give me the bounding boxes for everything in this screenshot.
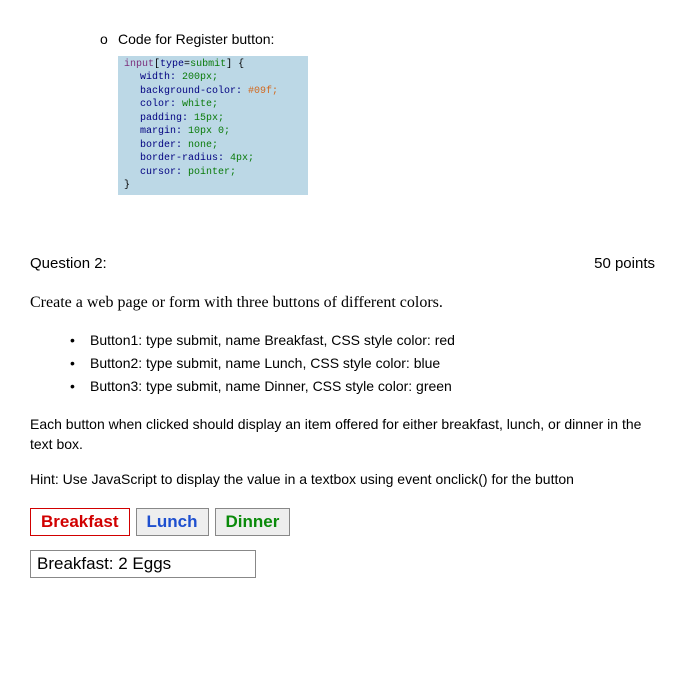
question2-description: Each button when clicked should display … xyxy=(30,415,655,454)
demo-button-row: Breakfast Lunch Dinner xyxy=(30,508,655,536)
question2-intro: Create a web page or form with three but… xyxy=(30,292,655,314)
bullet-text: Button2: type submit, name Lunch, CSS st… xyxy=(90,353,440,374)
question2-label: Question 2: xyxy=(30,255,107,272)
bullet-text: Button3: type submit, name Dinner, CSS s… xyxy=(90,376,452,397)
code-line: input[type=submit] { xyxy=(124,58,302,72)
code-line: color: white; xyxy=(124,98,302,112)
list-marker-circle: o xyxy=(100,30,118,50)
code-block: input[type=submit] {width: 200px;backgro… xyxy=(118,56,308,195)
bullet-dot-icon: • xyxy=(70,353,90,374)
code-line: margin: 10px 0; xyxy=(124,125,302,139)
code-line: border-radius: 4px; xyxy=(124,152,302,166)
bullet-item: •Button3: type submit, name Dinner, CSS … xyxy=(70,376,655,397)
code-line: width: 200px; xyxy=(124,71,302,85)
code-line: border: none; xyxy=(124,139,302,153)
bullet-dot-icon: • xyxy=(70,376,90,397)
bullet-dot-icon: • xyxy=(70,330,90,351)
bullet-item: •Button1: type submit, name Breakfast, C… xyxy=(70,330,655,351)
code-line: padding: 15px; xyxy=(124,112,302,126)
question2-points: 50 points xyxy=(594,255,655,272)
code-line: cursor: pointer; xyxy=(124,166,302,180)
output-textbox[interactable]: Breakfast: 2 Eggs xyxy=(30,550,256,578)
code-heading-item: o Code for Register button: xyxy=(100,30,655,50)
question2-header: Question 2: 50 points xyxy=(30,255,655,272)
lunch-button[interactable]: Lunch xyxy=(136,508,209,536)
bullet-item: •Button2: type submit, name Lunch, CSS s… xyxy=(70,353,655,374)
bullet-text: Button1: type submit, name Breakfast, CS… xyxy=(90,330,455,351)
code-line: background-color: #09f; xyxy=(124,85,302,99)
code-line: } xyxy=(124,179,302,193)
dinner-button[interactable]: Dinner xyxy=(215,508,291,536)
question2-hint: Hint: Use JavaScript to display the valu… xyxy=(30,470,655,490)
code-heading-text: Code for Register button: xyxy=(118,30,655,50)
breakfast-button[interactable]: Breakfast xyxy=(30,508,130,536)
question2-bullets: •Button1: type submit, name Breakfast, C… xyxy=(30,330,655,397)
